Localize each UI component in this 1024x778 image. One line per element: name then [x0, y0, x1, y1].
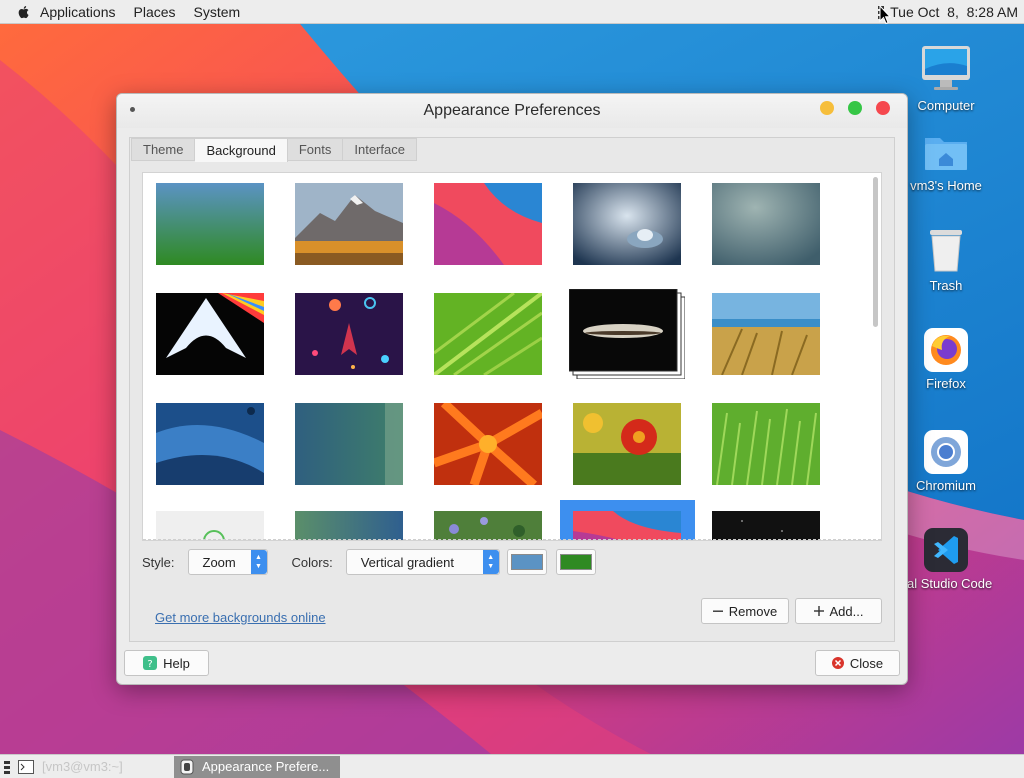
- wallpaper-thumb-green-leaf[interactable]: [434, 293, 542, 375]
- desktop-icon-label: Computer: [917, 98, 975, 113]
- style-select[interactable]: Zoom ▲ ▼: [187, 549, 268, 575]
- computer-icon: [922, 46, 970, 90]
- taskbar-item-label: [vm3@vm3:~]: [42, 759, 123, 774]
- terminal-icon: [18, 759, 34, 774]
- minus-icon: [712, 606, 723, 616]
- help-icon: ?: [143, 656, 158, 670]
- wallpaper-thumb-space-rocket[interactable]: [295, 293, 403, 375]
- wallpaper-thumb-green-grass[interactable]: [712, 403, 820, 485]
- vscode-icon: [924, 528, 968, 572]
- top-panel: Applications Places System Tue Oct 8, 8:…: [0, 0, 1024, 24]
- preferences-content: Theme Background Fonts Interface Style: …: [129, 137, 895, 642]
- wallpaper-thumb-red-flower[interactable]: [573, 403, 681, 485]
- secondary-color-swatch: [559, 554, 592, 570]
- desktop-icon-label: ual Studio Code: [899, 576, 993, 591]
- desktop-icon-label: vm3's Home: [910, 178, 982, 193]
- wallpaper-thumb-green-blue-gradient[interactable]: [156, 183, 264, 265]
- tab-interface[interactable]: Interface: [343, 138, 417, 161]
- help-button-label: Help: [163, 655, 190, 671]
- add-button-label: Add...: [829, 603, 864, 619]
- add-button[interactable]: Add...: [795, 598, 882, 624]
- gallery-scrollbar[interactable]: [873, 177, 878, 327]
- background-options: Style: Zoom ▲ ▼ Colors: Vertical gradient…: [142, 548, 596, 576]
- bottom-taskbar: [vm3@vm3:~] Appearance Prefere...: [0, 754, 1024, 778]
- desktop-icon-home[interactable]: vm3's Home: [896, 130, 996, 193]
- appearance-icon: [180, 759, 194, 775]
- primary-color-button[interactable]: [506, 549, 547, 575]
- wallpaper-thumb-red-wave-selected[interactable]: [573, 511, 681, 541]
- wallpaper-thumb-sombrero-galaxy[interactable]: [569, 289, 685, 379]
- colors-select-value: Vertical gradient: [360, 554, 454, 570]
- desktop-icon-computer[interactable]: Computer: [896, 44, 996, 113]
- taskbar-grip-icon[interactable]: [4, 759, 10, 775]
- help-button[interactable]: ? Help: [124, 650, 209, 676]
- wallpaper-thumb-orange-flower[interactable]: [434, 403, 542, 485]
- taskbar-item-appearance[interactable]: Appearance Prefere...: [174, 755, 340, 778]
- wallpaper-thumb-grey-blue-blur[interactable]: [712, 183, 820, 265]
- desktop-icon-firefox[interactable]: Firefox: [896, 328, 996, 391]
- minimize-button[interactable]: [820, 101, 834, 115]
- wallpaper-thumb-green-swirl[interactable]: [156, 511, 264, 541]
- remove-button[interactable]: Remove: [701, 598, 789, 624]
- close-button-label: Close: [849, 655, 884, 671]
- window-title: Appearance Preferences: [423, 102, 601, 119]
- secondary-color-button[interactable]: [555, 549, 596, 575]
- wallpaper-thumb-blue-flowers[interactable]: [434, 511, 542, 541]
- taskbar-item-label: Appearance Prefere...: [202, 759, 330, 774]
- trash-icon: [930, 230, 962, 272]
- home-folder-icon: [925, 138, 967, 170]
- wallpaper-thumb-dark-stars[interactable]: [712, 511, 820, 541]
- close-icon: [831, 657, 844, 669]
- panel-clock[interactable]: Tue Oct 8, 8:28 AM: [890, 4, 1018, 20]
- wallpaper-thumb-red-waves[interactable]: [434, 183, 542, 265]
- wallpaper-thumb-teal-gradient[interactable]: [295, 511, 403, 541]
- wallpaper-thumb-beach-grass[interactable]: [712, 293, 820, 375]
- mouse-cursor-icon: [879, 5, 891, 25]
- desktop-icon-label: Trash: [929, 278, 963, 293]
- tab-background[interactable]: Background: [195, 138, 288, 162]
- window-titlebar[interactable]: Appearance Preferences: [117, 94, 907, 128]
- menu-applications[interactable]: Applications: [40, 4, 116, 20]
- close-button[interactable]: Close: [815, 650, 900, 676]
- primary-color-swatch: [510, 554, 543, 570]
- desktop-icon-label: Firefox: [926, 376, 966, 391]
- desktop-icon-trash[interactable]: Trash: [896, 226, 996, 293]
- chromium-icon: [924, 430, 968, 474]
- desktop-icon-chromium[interactable]: Chromium: [896, 430, 996, 493]
- maximize-button[interactable]: [848, 101, 862, 115]
- desktop-icon-vscode[interactable]: ual Studio Code: [896, 528, 996, 591]
- colors-spinner-icon: ▲ ▼: [482, 550, 499, 574]
- menu-places[interactable]: Places: [134, 4, 176, 20]
- gallery-bottom-divider: [143, 539, 881, 540]
- wallpaper-thumb-mountain-lake[interactable]: [295, 183, 403, 265]
- svg-text:?: ?: [147, 659, 152, 670]
- desktop-icon-label: Chromium: [916, 478, 976, 493]
- firefox-icon: [924, 328, 968, 372]
- menu-system[interactable]: System: [194, 4, 241, 20]
- appearance-preferences-window: Appearance Preferences Theme Background …: [116, 93, 908, 685]
- wallpaper-thumb-teal-gradient-dots[interactable]: [295, 403, 403, 485]
- style-spinner-icon: ▲ ▼: [250, 550, 267, 574]
- wallpaper-thumb-blue-abstract[interactable]: [156, 403, 264, 485]
- wallpaper-thumb-arch-prism[interactable]: [156, 293, 264, 375]
- get-more-backgrounds-link[interactable]: Get more backgrounds online: [155, 610, 326, 625]
- style-label: Style:: [142, 554, 175, 570]
- close-window-button[interactable]: [876, 101, 890, 115]
- tab-bar: Theme Background Fonts Interface: [131, 138, 417, 162]
- style-select-value: Zoom: [202, 554, 236, 570]
- tab-theme[interactable]: Theme: [131, 138, 196, 161]
- wallpaper-gallery[interactable]: [142, 172, 882, 541]
- remove-button-label: Remove: [728, 603, 778, 619]
- colors-label: Colors:: [291, 554, 333, 570]
- wallpaper-thumb-water-drop[interactable]: [573, 183, 681, 265]
- taskbar-item-terminal[interactable]: [vm3@vm3:~]: [12, 756, 172, 778]
- plus-icon: [813, 606, 824, 616]
- apple-icon[interactable]: [16, 4, 32, 20]
- colors-select[interactable]: Vertical gradient ▲ ▼: [345, 549, 500, 575]
- tab-fonts[interactable]: Fonts: [287, 138, 344, 161]
